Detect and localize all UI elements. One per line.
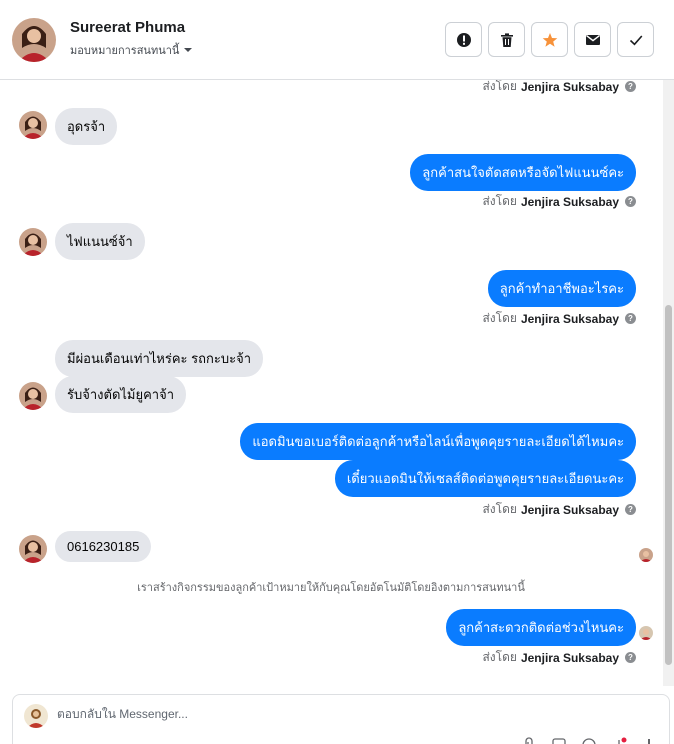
- incoming-message[interactable]: อุดรจ้า: [55, 108, 118, 145]
- sent-by-label: ส่งโดย Jenjira Suksabay ?: [482, 648, 636, 667]
- sent-by-prefix: ส่งโดย: [482, 80, 517, 93]
- incoming-message[interactable]: รับจ้างตัดไม้ยูคาจ้า: [55, 376, 187, 413]
- sent-by-label: ส่งโดย Jenjira Suksabay ?: [482, 500, 636, 519]
- sent-by-label: ส่งโดย Jenjira Suksabay ?: [482, 309, 636, 328]
- done-button[interactable]: [617, 22, 654, 57]
- incoming-message[interactable]: มีผ่อนเดือนเท่าไหร่คะ รถกะบะจ้า: [55, 340, 264, 377]
- mail-icon: [585, 34, 600, 45]
- star-icon: [542, 32, 557, 47]
- image-icon[interactable]: [551, 737, 567, 744]
- conversation-header: Sureerat Phuma มอบหมายการสนทนานี้: [0, 0, 674, 80]
- help-icon[interactable]: ?: [625, 313, 636, 324]
- outgoing-message[interactable]: แอดมินขอเบอร์ติดต่อลูกค้าหรือไลน์เพื่อพู…: [240, 423, 636, 460]
- more-icon[interactable]: [641, 737, 657, 744]
- chat-scrollbar[interactable]: [663, 80, 674, 686]
- sent-by-agent: Jenjira Suksabay: [520, 502, 619, 517]
- page-avatar: [24, 704, 48, 728]
- incoming-message[interactable]: ไฟแนนซ์จ้า: [55, 223, 145, 260]
- sent-by-prefix: ส่งโดย: [482, 650, 517, 664]
- contact-avatar-small[interactable]: [19, 382, 47, 410]
- help-icon[interactable]: ?: [625, 504, 636, 515]
- incoming-message[interactable]: 0616230185: [55, 531, 152, 562]
- help-icon[interactable]: ?: [625, 196, 636, 207]
- caret-down-icon: [184, 48, 193, 52]
- mail-button[interactable]: [574, 22, 611, 57]
- emoji-icon[interactable]: [581, 737, 597, 744]
- reply-input[interactable]: [57, 707, 617, 721]
- check-icon: [629, 34, 642, 45]
- sent-by-label: ส่งโดย Jenjira Suksabay ?: [482, 192, 636, 211]
- help-icon[interactable]: ?: [625, 652, 636, 663]
- attachment-icon[interactable]: [521, 737, 537, 744]
- report-button[interactable]: [445, 22, 482, 57]
- sent-by-agent: Jenjira Suksabay: [520, 650, 619, 665]
- assign-conversation-dropdown[interactable]: มอบหมายการสนทนานี้: [70, 41, 193, 59]
- delete-button[interactable]: [488, 22, 525, 57]
- assign-label: มอบหมายการสนทนานี้: [70, 45, 180, 57]
- contact-name: Sureerat Phuma: [70, 19, 186, 36]
- outgoing-message[interactable]: ลูกค้าสะดวกติดต่อช่วงไหนคะ: [446, 609, 636, 646]
- help-icon[interactable]: ?: [625, 81, 636, 92]
- outgoing-message[interactable]: เดี๋ยวแอดมินให้เซลส์ติดต่อพูดคุยรายละเอี…: [334, 460, 636, 497]
- system-note: เราสร้างกิจกรรมของลูกค้าเป้าหมายให้กับคุ…: [137, 582, 525, 594]
- composer-tools: [521, 737, 657, 744]
- contact-avatar-small[interactable]: [19, 228, 47, 256]
- sent-by-prefix: ส่งโดย: [482, 311, 517, 325]
- sent-by-prefix: ส่งโดย: [482, 194, 517, 208]
- sent-by-agent: Jenjira Suksabay: [520, 311, 619, 326]
- payment-icon[interactable]: [611, 737, 627, 744]
- star-button[interactable]: [531, 22, 568, 57]
- trash-icon: [500, 32, 513, 47]
- message-thread: ส่งโดย Jenjira Suksabay ? อุดรจ้า ลูกค้า…: [0, 80, 662, 686]
- contact-avatar[interactable]: [12, 18, 56, 62]
- scrollbar-thumb[interactable]: [665, 305, 672, 665]
- sent-by-agent: Jenjira Suksabay: [520, 80, 619, 94]
- alert-icon: [456, 32, 471, 47]
- sent-by-label: ส่งโดย Jenjira Suksabay ?: [482, 80, 636, 96]
- outgoing-message[interactable]: ลูกค้าสนใจตัดสดหรือจัดไฟแนนซ์คะ: [410, 154, 636, 191]
- contact-avatar-small[interactable]: [19, 535, 47, 563]
- contact-avatar-small[interactable]: [19, 111, 47, 139]
- header-actions: [445, 22, 654, 57]
- read-receipt-avatar: [639, 626, 653, 640]
- outgoing-message[interactable]: ลูกค้าทำอาชีพอะไรคะ: [487, 270, 636, 307]
- sent-by-agent: Jenjira Suksabay: [520, 194, 619, 209]
- sent-by-prefix: ส่งโดย: [482, 502, 517, 516]
- reply-composer: [12, 694, 670, 744]
- read-receipt-avatar: [639, 548, 653, 562]
